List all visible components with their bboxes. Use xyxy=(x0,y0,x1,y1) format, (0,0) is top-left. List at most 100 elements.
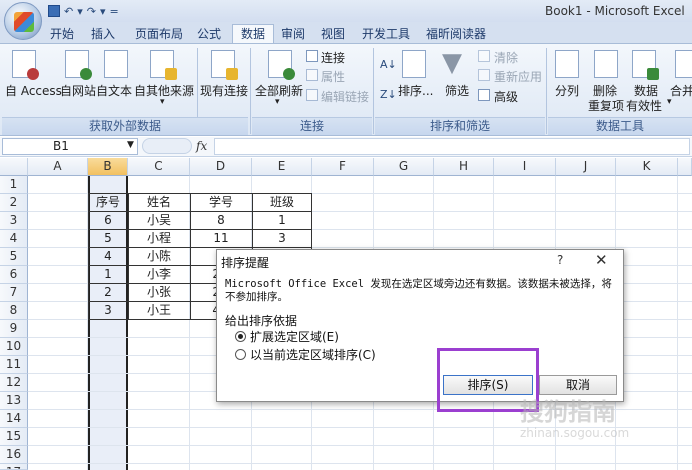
tab-data[interactable]: 数据 xyxy=(232,24,275,43)
column-header[interactable]: A xyxy=(28,158,88,176)
sort-icon[interactable] xyxy=(402,50,426,78)
row-header[interactable]: 9 xyxy=(0,320,28,338)
formula-bar-expander[interactable] xyxy=(142,138,192,154)
column-header[interactable]: G xyxy=(374,158,434,176)
tab-foxit-reader[interactable]: 福昕阅读器 xyxy=(418,25,494,44)
column-header[interactable]: C xyxy=(128,158,190,176)
row-header[interactable]: 15 xyxy=(0,428,28,446)
web-icon[interactable] xyxy=(65,50,92,80)
filter-button[interactable]: 筛选 xyxy=(445,82,469,99)
table-header-cell[interactable]: 序号 xyxy=(88,194,128,212)
name-box[interactable]: B1 xyxy=(2,138,138,155)
row-header[interactable]: 8 xyxy=(0,302,28,320)
column-header[interactable]: I xyxy=(494,158,556,176)
row-header[interactable]: 1 xyxy=(0,176,28,194)
close-icon[interactable]: ✕ xyxy=(595,251,608,269)
column-header[interactable]: D xyxy=(190,158,252,176)
tab-developer[interactable]: 开发工具 xyxy=(354,25,418,44)
clear-button[interactable]: 清除 xyxy=(494,49,518,66)
tab-insert[interactable]: 插入 xyxy=(83,25,123,44)
table-header-cell[interactable]: 学号 xyxy=(190,194,252,212)
tab-home[interactable]: 开始 xyxy=(42,25,82,44)
row-header[interactable]: 12 xyxy=(0,374,28,392)
customize-qat-icon[interactable]: = xyxy=(110,5,119,18)
column-header[interactable]: H xyxy=(434,158,494,176)
current-selection-radio[interactable] xyxy=(235,349,246,360)
tab-view[interactable]: 视图 xyxy=(313,25,353,44)
table-cell[interactable]: 1 xyxy=(88,266,128,284)
text-to-columns-button[interactable]: 分列 xyxy=(555,82,579,99)
table-cell[interactable]: 小吴 xyxy=(128,212,190,230)
text-to-columns-icon[interactable] xyxy=(555,50,579,78)
undo-dropdown-icon[interactable]: ▾ xyxy=(77,5,83,18)
column-header[interactable] xyxy=(678,158,692,176)
row-header[interactable]: 3 xyxy=(0,212,28,230)
table-cell[interactable]: 小陈 xyxy=(128,248,190,266)
table-cell[interactable]: 小张 xyxy=(128,284,190,302)
table-cell[interactable]: 小王 xyxy=(128,302,190,320)
row-header[interactable]: 13 xyxy=(0,392,28,410)
table-cell[interactable]: 5 xyxy=(88,230,128,248)
properties-button[interactable]: 属性 xyxy=(321,68,345,85)
from-access-button[interactable]: 自 Access xyxy=(5,82,62,99)
help-button[interactable]: ? xyxy=(557,253,563,267)
row-header[interactable]: 14 xyxy=(0,410,28,428)
row-header[interactable]: 6 xyxy=(0,266,28,284)
table-cell[interactable]: 1 xyxy=(252,212,312,230)
row-header[interactable]: 11 xyxy=(0,356,28,374)
remove-duplicates-icon[interactable] xyxy=(594,50,618,78)
table-cell[interactable]: 2 xyxy=(88,284,128,302)
column-header[interactable]: F xyxy=(312,158,374,176)
save-icon[interactable] xyxy=(48,5,60,17)
connections-button[interactable]: 连接 xyxy=(321,49,345,66)
select-all-corner[interactable] xyxy=(0,158,28,176)
column-header[interactable]: E xyxy=(252,158,312,176)
row-header[interactable]: 7 xyxy=(0,284,28,302)
table-cell[interactable]: 小程 xyxy=(128,230,190,248)
edit-links-button[interactable]: 编辑链接 xyxy=(321,88,369,105)
filter-funnel-icon[interactable]: ▼ xyxy=(442,48,462,78)
table-cell[interactable]: 小李 xyxy=(128,266,190,284)
insert-function-icon[interactable]: fx xyxy=(196,139,207,153)
current-selection-label[interactable]: 以当前选定区域排序(C) xyxy=(250,346,376,363)
redo-icon[interactable]: ↷ xyxy=(87,5,96,18)
redo-dropdown-icon[interactable]: ▾ xyxy=(100,5,106,18)
sort-ascending-icon[interactable]: A↓ xyxy=(380,58,397,71)
text-file-icon[interactable] xyxy=(104,50,128,78)
access-icon[interactable] xyxy=(12,50,39,80)
consolidate-button[interactable]: 合并 xyxy=(670,82,692,99)
from-web-button[interactable]: 自网站 xyxy=(60,82,96,99)
column-header[interactable]: B xyxy=(88,158,128,176)
other-sources-icon[interactable] xyxy=(150,50,177,80)
row-header[interactable]: 16 xyxy=(0,446,28,464)
expand-selection-label[interactable]: 扩展选定区域(E) xyxy=(250,328,339,345)
expand-selection-radio[interactable] xyxy=(235,331,246,342)
table-cell[interactable]: 11 xyxy=(190,230,252,248)
table-cell[interactable]: 3 xyxy=(88,302,128,320)
undo-icon[interactable]: ↶ xyxy=(64,5,73,18)
row-header[interactable]: 5 xyxy=(0,248,28,266)
reapply-button[interactable]: 重新应用 xyxy=(494,68,542,85)
refresh-icon[interactable] xyxy=(268,50,295,80)
table-cell[interactable]: 8 xyxy=(190,212,252,230)
name-box-dropdown-icon[interactable]: ▼ xyxy=(127,140,134,150)
from-text-button[interactable]: 自文本 xyxy=(96,82,132,99)
row-header[interactable]: 4 xyxy=(0,230,28,248)
existing-connections-icon[interactable] xyxy=(211,50,238,80)
row-header[interactable]: 2 xyxy=(0,194,28,212)
sort-button[interactable]: 排序... xyxy=(398,82,433,99)
table-cell[interactable]: 3 xyxy=(252,230,312,248)
tab-review[interactable]: 审阅 xyxy=(273,25,313,44)
consolidate-icon[interactable] xyxy=(675,50,692,78)
data-validation-icon[interactable] xyxy=(632,50,659,80)
row-header[interactable]: 10 xyxy=(0,338,28,356)
tab-formulas[interactable]: 公式 xyxy=(189,25,229,44)
advanced-button[interactable]: 高级 xyxy=(494,88,518,105)
row-header[interactable]: 17 xyxy=(0,464,28,470)
column-header[interactable]: J xyxy=(556,158,616,176)
table-header-cell[interactable]: 姓名 xyxy=(128,194,190,212)
sort-descending-icon[interactable]: Z↓ xyxy=(380,88,397,101)
column-header[interactable]: K xyxy=(616,158,678,176)
tab-page-layout[interactable]: 页面布局 xyxy=(127,25,191,44)
existing-connections-button[interactable]: 现有连接 xyxy=(200,82,248,99)
